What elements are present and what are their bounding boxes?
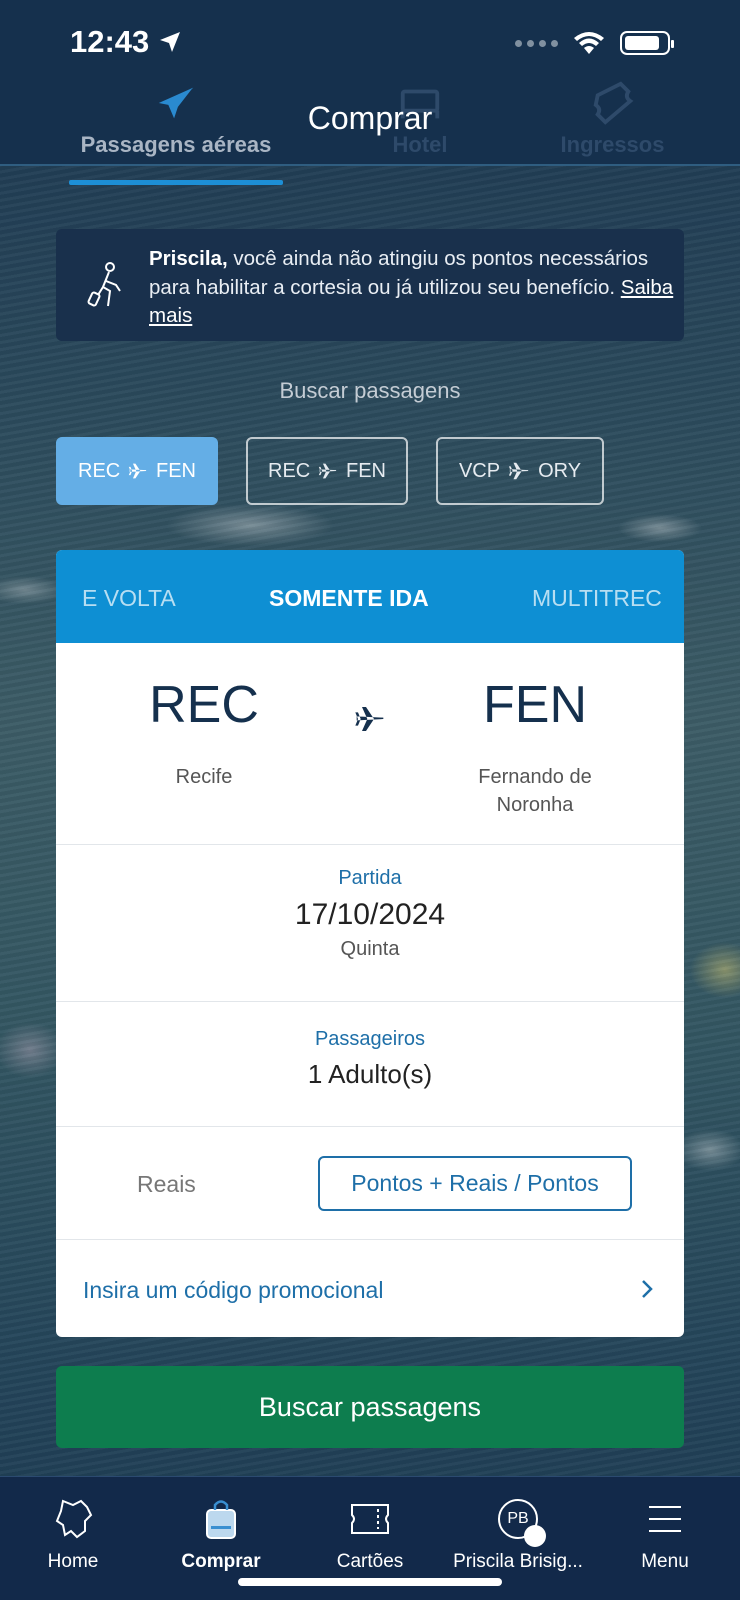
home-indicator	[238, 1578, 502, 1586]
promo-code-row[interactable]: Insira um código promocional	[56, 1240, 684, 1337]
traveler-icon	[87, 262, 121, 307]
currency-reais-option[interactable]: Reais	[137, 1171, 196, 1198]
search-flights-button[interactable]: Buscar passagens	[56, 1366, 684, 1448]
shopping-bag-icon	[206, 1500, 236, 1539]
airplane-icon	[319, 463, 337, 479]
origin-city: Recife	[175, 766, 233, 788]
destination-city: Fernando de Noronha	[478, 766, 592, 816]
signal-icon	[515, 39, 558, 47]
tab-multitrecho[interactable]: MULTITREC	[532, 585, 662, 612]
avatar: PB	[498, 1499, 546, 1547]
departure-label: Partida	[338, 867, 402, 889]
nav-comprar[interactable]: Comprar	[151, 1491, 291, 1573]
nav-profile[interactable]: PB Priscila Brisig...	[448, 1491, 588, 1573]
departure-weekday: Quinta	[340, 938, 400, 960]
recent-searches: REC FEN REC FEN VCP ORY	[56, 437, 604, 505]
page-title: Comprar	[307, 100, 433, 136]
destination-code[interactable]: FEN	[435, 675, 635, 735]
departure-date: 17/10/2024	[294, 898, 446, 931]
divider	[0, 164, 740, 166]
trip-type-tabs: E VOLTA SOMENTE IDA MULTITREC	[56, 550, 684, 643]
tab-somente-ida[interactable]: SOMENTE IDA	[269, 585, 429, 612]
search-section-label: Buscar passagens	[279, 378, 461, 403]
passengers-field[interactable]: Passageiros 1 Adulto(s)	[56, 1002, 684, 1127]
hamburger-icon	[649, 1506, 681, 1532]
card-icon	[351, 1504, 389, 1534]
status-time: 12:43	[70, 24, 182, 60]
chevron-right-icon	[642, 1280, 653, 1298]
tab-ida-e-volta[interactable]: E VOLTA	[82, 585, 176, 612]
nav-menu[interactable]: Menu	[595, 1491, 735, 1573]
map-icon	[55, 1499, 93, 1539]
search-form-card: E VOLTA SOMENTE IDA MULTITREC REC Recife…	[56, 550, 684, 1337]
nav-cartoes[interactable]: Cartões	[300, 1491, 440, 1573]
currency-toggle: Reais Pontos + Reais / Pontos	[56, 1127, 684, 1240]
passengers-label: Passageiros	[314, 1028, 426, 1050]
passengers-value: 1 Adulto(s)	[307, 1059, 433, 1089]
nav-home[interactable]: Home	[3, 1491, 143, 1573]
route-selector: REC Recife FEN Fernando de Noronha	[56, 643, 684, 845]
promo-code-label: Insira um código promocional	[83, 1277, 384, 1303]
location-arrow-icon	[159, 32, 180, 52]
courtesy-notice: Priscila, você ainda não atingiu os pont…	[56, 229, 684, 341]
battery-icon	[620, 31, 674, 55]
airplane-icon	[508, 462, 529, 480]
wifi-icon	[574, 32, 604, 54]
departure-date-field[interactable]: Partida 17/10/2024 Quinta	[56, 845, 684, 1002]
active-tab-indicator	[69, 180, 283, 185]
recent-search-chip[interactable]: VCP ORY	[436, 437, 604, 505]
notice-name: Priscila,	[149, 247, 228, 270]
notice-text: Priscila, você ainda não atingiu os pont…	[149, 245, 674, 331]
currency-points-option[interactable]: Pontos + Reais / Pontos	[318, 1156, 632, 1211]
airplane-icon	[355, 707, 384, 731]
origin-code[interactable]: REC	[104, 675, 304, 735]
airplane-icon	[129, 463, 147, 479]
recent-search-chip[interactable]: REC FEN	[56, 437, 218, 505]
recent-search-chip[interactable]: REC FEN	[246, 437, 408, 505]
status-indicators	[515, 30, 674, 56]
